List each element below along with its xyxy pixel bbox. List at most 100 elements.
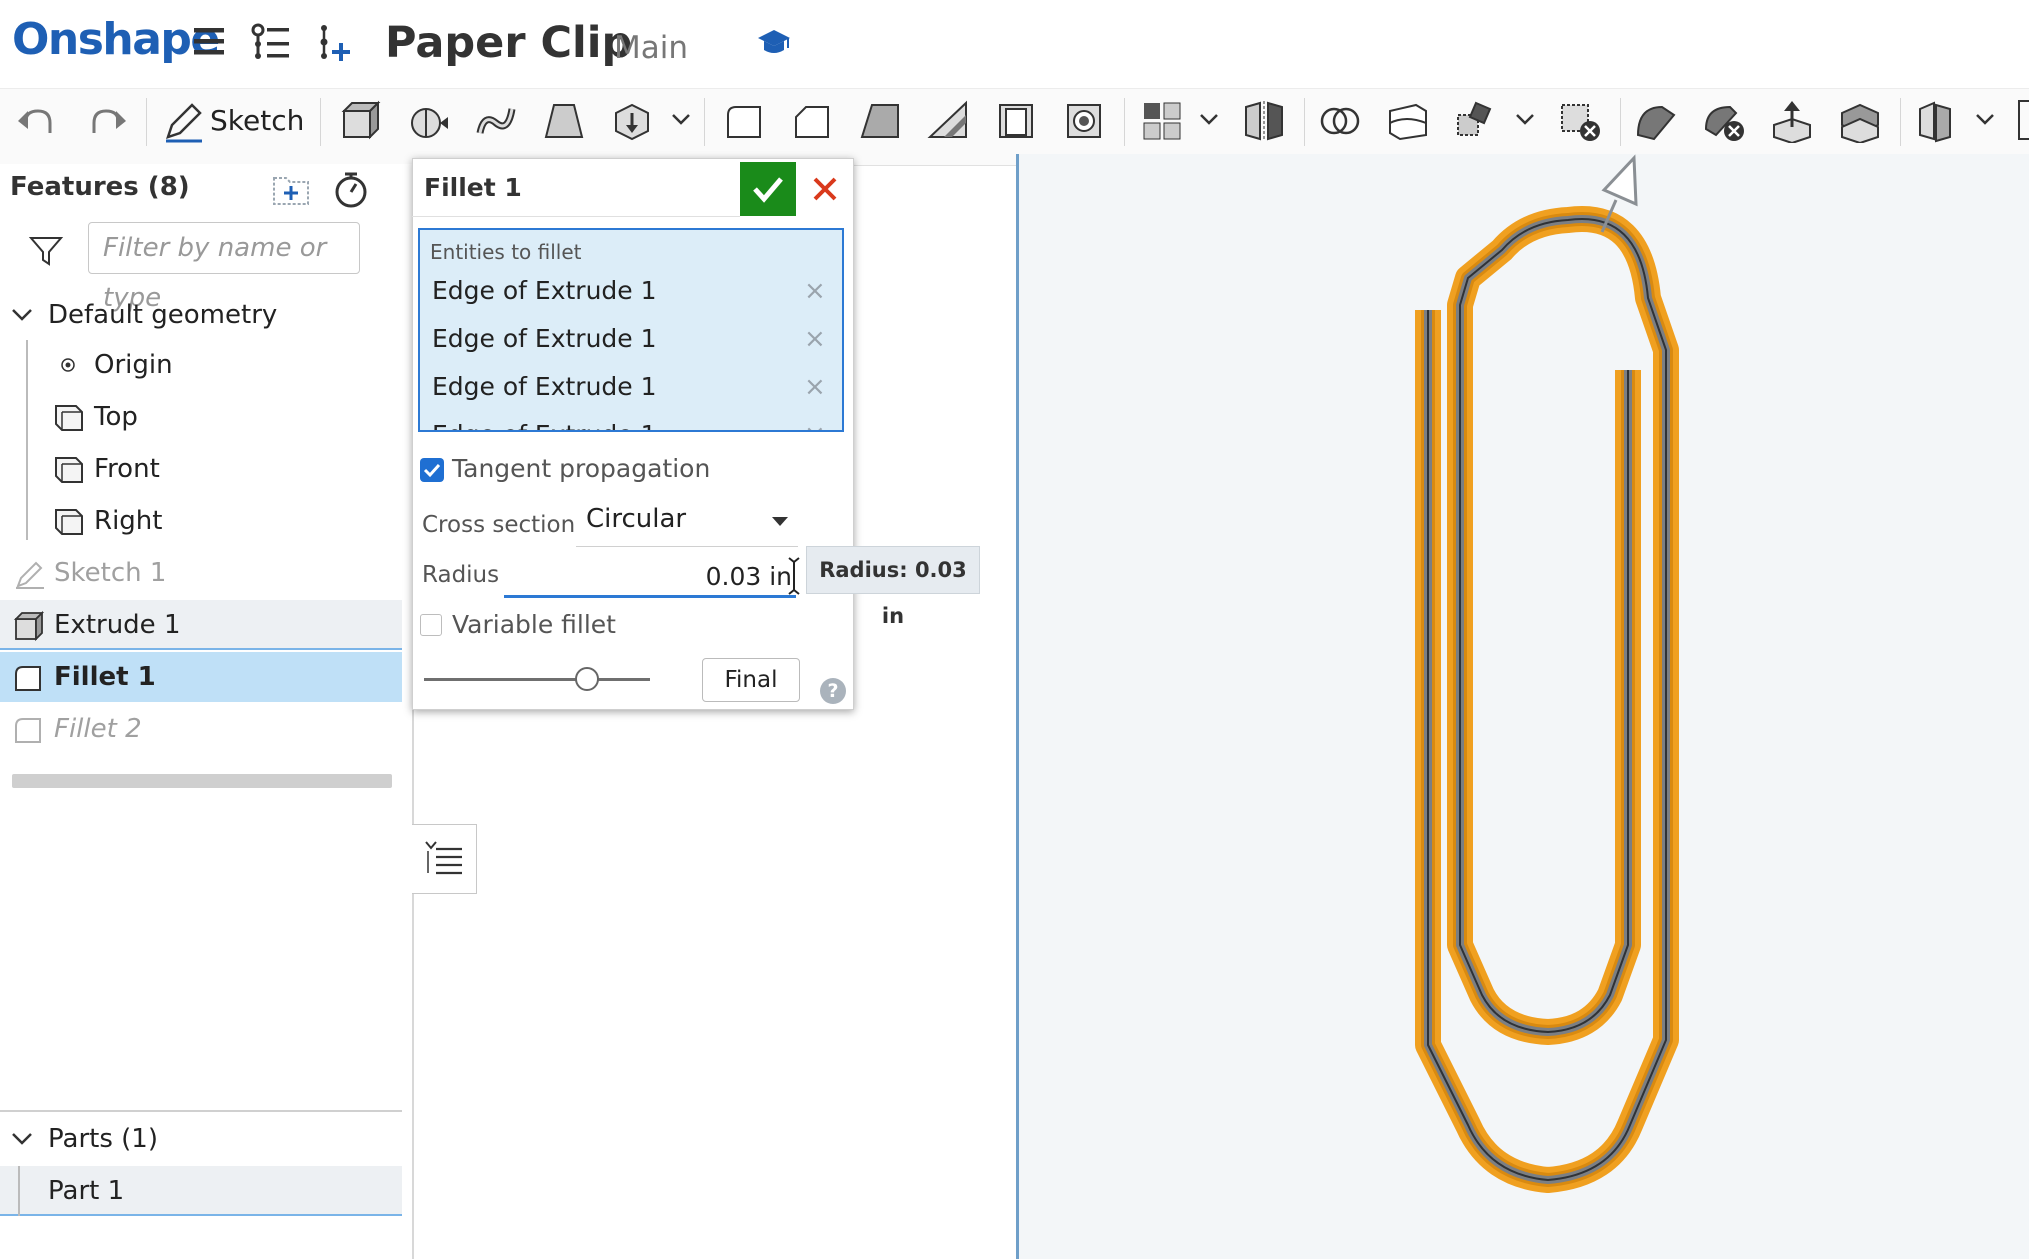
plane-icon [55,405,83,431]
checkmark-icon [423,463,441,478]
feature-tree-toggle[interactable] [412,824,477,894]
rebuild-timer-icon[interactable] [332,168,370,210]
default-geometry-group[interactable]: Default geometry [0,290,402,340]
undo-icon[interactable] [14,99,58,143]
parts-divider [0,1110,402,1112]
tree-item-front-plane[interactable]: Front [0,444,402,494]
sweep-icon[interactable] [474,99,518,143]
tree-item-fillet-2[interactable]: Fillet 2 [0,704,402,754]
entities-label: Entities to fillet [430,240,582,264]
chevron-down-icon[interactable] [10,304,34,326]
help-icon[interactable]: ? [820,678,846,704]
learning-center-icon[interactable] [756,26,792,58]
entity-item[interactable]: Edge of Extrude 1 × [420,268,842,314]
entity-item[interactable]: Edge of Extrude 1 × [420,316,842,362]
remove-entity-icon[interactable]: × [804,364,826,410]
preview-slider-track[interactable] [424,678,650,681]
offset-surface-icon[interactable] [1914,99,1958,143]
sketch-icon[interactable] [162,99,206,143]
dialog-title-divider [412,216,740,217]
feature-list-icon[interactable] [250,22,294,64]
parts-header: Parts (1) [48,1124,158,1154]
toolbar-overflow-icon[interactable] [2018,100,2029,140]
chamfer-icon[interactable] [790,99,834,143]
tree-item-fillet-1[interactable]: Fillet 1 [0,652,402,702]
delete-part-icon[interactable] [1558,99,1602,143]
radius-value[interactable]: 0.03 in [600,562,792,591]
final-button[interactable]: Final [702,658,800,702]
sketch-button[interactable]: Sketch [210,104,304,137]
remove-entity-icon[interactable]: × [804,316,826,362]
part-item[interactable]: Part 1 [0,1166,402,1216]
chevron-down-icon[interactable] [10,1128,34,1150]
chevron-down-icon[interactable] [1974,108,1996,130]
origin-icon [61,358,75,372]
redo-icon[interactable] [86,99,130,143]
document-title[interactable]: Paper Clip [385,18,632,68]
move-face-icon[interactable] [1770,99,1814,143]
manipulator-arrow-icon[interactable] [1601,154,1638,207]
insert-feature-icon[interactable] [316,22,356,64]
hamburger-menu-icon[interactable] [192,22,228,62]
fillet-icon[interactable] [722,99,766,143]
remove-entity-icon[interactable]: × [804,268,826,314]
draft-icon[interactable] [858,99,902,143]
cancel-button[interactable] [798,162,852,216]
boolean-icon[interactable] [1318,99,1362,143]
loft-icon[interactable] [542,99,586,143]
dropdown-caret-icon[interactable] [770,514,790,528]
chevron-down-icon[interactable] [1198,108,1220,130]
revolve-icon[interactable] [406,99,450,143]
chevron-down-icon[interactable] [1514,108,1536,130]
transform-icon[interactable] [1454,99,1498,143]
tree-item-sketch-1[interactable]: Sketch 1 [0,548,402,598]
parts-group[interactable]: Parts (1) [0,1114,402,1164]
tree-item-label: Sketch 1 [54,558,167,588]
feature-filter-input[interactable]: Filter by name or type [88,222,360,313]
linear-pattern-icon[interactable] [1140,99,1184,143]
replace-face-icon[interactable] [1838,99,1882,143]
tree-item-extrude-1[interactable]: Extrude 1 [0,600,402,650]
tree-item-top-plane[interactable]: Top [0,392,402,442]
preview-slider-thumb[interactable] [574,667,599,691]
paper-clip-model[interactable] [1400,150,1700,1200]
tree-item-origin[interactable]: Origin [0,340,402,390]
default-geometry-label: Default geometry [48,300,278,330]
tree-item-label: Extrude 1 [54,610,181,640]
accept-button[interactable] [740,162,796,216]
split-icon[interactable] [1386,99,1430,143]
tree-item-label: Origin [94,350,173,380]
variable-fillet-checkbox[interactable] [420,614,442,636]
rib-icon[interactable] [926,99,970,143]
entity-item[interactable]: Edge of Extrude 1 × [420,364,842,410]
cross-section-value[interactable]: Circular [586,504,686,534]
features-header: Features (8) [10,172,190,202]
checkmark-icon [753,177,783,203]
tree-item-label: Front [94,454,160,484]
cross-section-label: Cross section [422,512,576,538]
add-folder-icon[interactable] [272,172,312,208]
extrude-icon[interactable] [338,99,382,143]
thicken-icon[interactable] [610,99,654,143]
close-icon [813,177,837,201]
branch-name[interactable]: Main [614,30,688,66]
entity-item[interactable]: Edge of Extrude 1 × [420,412,842,430]
remove-entity-icon[interactable]: × [804,412,826,430]
toolbar-separator [1620,98,1621,146]
filter-funnel-icon[interactable] [28,234,64,268]
fillet-icon [15,718,41,743]
hole-icon[interactable] [1062,99,1106,143]
variable-fillet-label[interactable]: Variable fillet [452,610,616,639]
modify-fillet-icon[interactable] [1634,99,1678,143]
toolbar-separator [1124,98,1125,146]
dialog-title: Fillet 1 [424,173,522,202]
mirror-icon[interactable] [1242,99,1286,143]
chevron-down-icon[interactable] [670,108,692,130]
delete-face-icon[interactable] [1702,99,1746,143]
shell-icon[interactable] [994,99,1038,143]
tangent-propagation-label[interactable]: Tangent propagation [452,454,710,483]
onshape-logo[interactable]: Onshape [12,14,220,65]
tree-item-right-plane[interactable]: Right [0,496,402,546]
rollback-bar[interactable] [12,774,392,788]
tangent-propagation-checkbox[interactable] [420,458,444,482]
